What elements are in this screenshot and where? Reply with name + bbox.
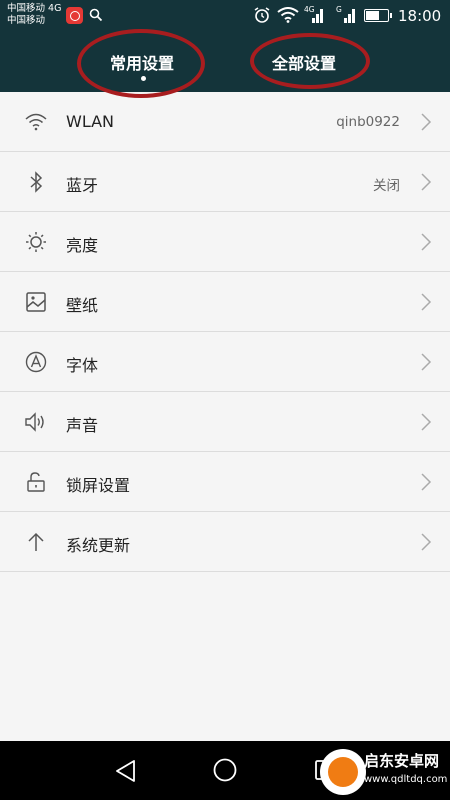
alarm-icon [254, 7, 270, 23]
volume-icon [25, 412, 44, 432]
arrow-up-icon [28, 532, 44, 551]
setting-row-system-update[interactable]: 系统更新 [0, 512, 450, 572]
setting-row-sound[interactable]: 声音 [0, 392, 450, 452]
network-4g-label: 4G [304, 5, 315, 14]
setting-row-lockscreen[interactable]: 锁屏设置 [0, 452, 450, 512]
unlock-icon [27, 472, 45, 492]
setting-label: 系统更新 [66, 536, 131, 555]
home-icon[interactable] [213, 758, 237, 782]
chevron-right-icon [421, 353, 432, 371]
chevron-right-icon [421, 173, 432, 191]
wifi-status-icon [277, 7, 299, 23]
carrier-label-1: 中国移动 4G [7, 3, 62, 14]
notification-app-icon [66, 7, 83, 24]
carrier-label-2: 中国移动 [7, 15, 46, 26]
wifi-icon [25, 113, 47, 131]
chevron-right-icon [421, 533, 432, 551]
search-icon [89, 8, 103, 22]
brightness-icon [26, 232, 46, 252]
settings-list: WLAN qinb0922 蓝牙 关闭 亮度 壁纸 字体 声音 锁屏设置 系统更… [0, 92, 450, 572]
setting-value: qinb0922 [336, 114, 400, 130]
network-g-label: G [336, 5, 342, 14]
battery-fill [366, 11, 380, 20]
annotation-circle-all [250, 33, 370, 89]
clock: 18:00 [398, 7, 442, 25]
font-icon [25, 351, 47, 373]
chevron-right-icon [421, 113, 432, 131]
setting-row-wallpaper[interactable]: 壁纸 [0, 272, 450, 332]
chevron-right-icon [421, 413, 432, 431]
setting-label: WLAN [66, 112, 115, 131]
setting-label: 亮度 [66, 236, 99, 255]
settings-header: 中国移动 4G 中国移动 4G G 18:00 常用设置 全部设置 [0, 0, 450, 98]
setting-value: 关闭 [373, 178, 400, 194]
watermark-logo [320, 749, 366, 795]
setting-label: 声音 [66, 416, 99, 435]
chevron-right-icon [421, 473, 432, 491]
back-icon[interactable] [115, 759, 137, 783]
setting-row-brightness[interactable]: 亮度 [0, 212, 450, 272]
bluetooth-icon [30, 171, 43, 193]
setting-label: 字体 [66, 356, 99, 375]
battery-icon [364, 9, 392, 22]
annotation-circle-common [77, 29, 205, 98]
setting-row-bluetooth[interactable]: 蓝牙 关闭 [0, 152, 450, 212]
wallpaper-icon [26, 292, 46, 312]
status-bar: 中国移动 4G 中国移动 4G G 18:00 [0, 0, 450, 32]
watermark-url: www.qdltdq.com [364, 774, 448, 785]
setting-row-font[interactable]: 字体 [0, 332, 450, 392]
setting-row-wlan[interactable]: WLAN qinb0922 [0, 92, 450, 152]
chevron-right-icon [421, 293, 432, 311]
setting-label: 壁纸 [66, 296, 99, 315]
watermark-text: 启东安卓网 [364, 752, 440, 770]
watermark: 启东安卓网 www.qdltdq.com [320, 747, 448, 797]
setting-label: 蓝牙 [66, 176, 99, 195]
chevron-right-icon [421, 233, 432, 251]
setting-label: 锁屏设置 [66, 476, 131, 495]
